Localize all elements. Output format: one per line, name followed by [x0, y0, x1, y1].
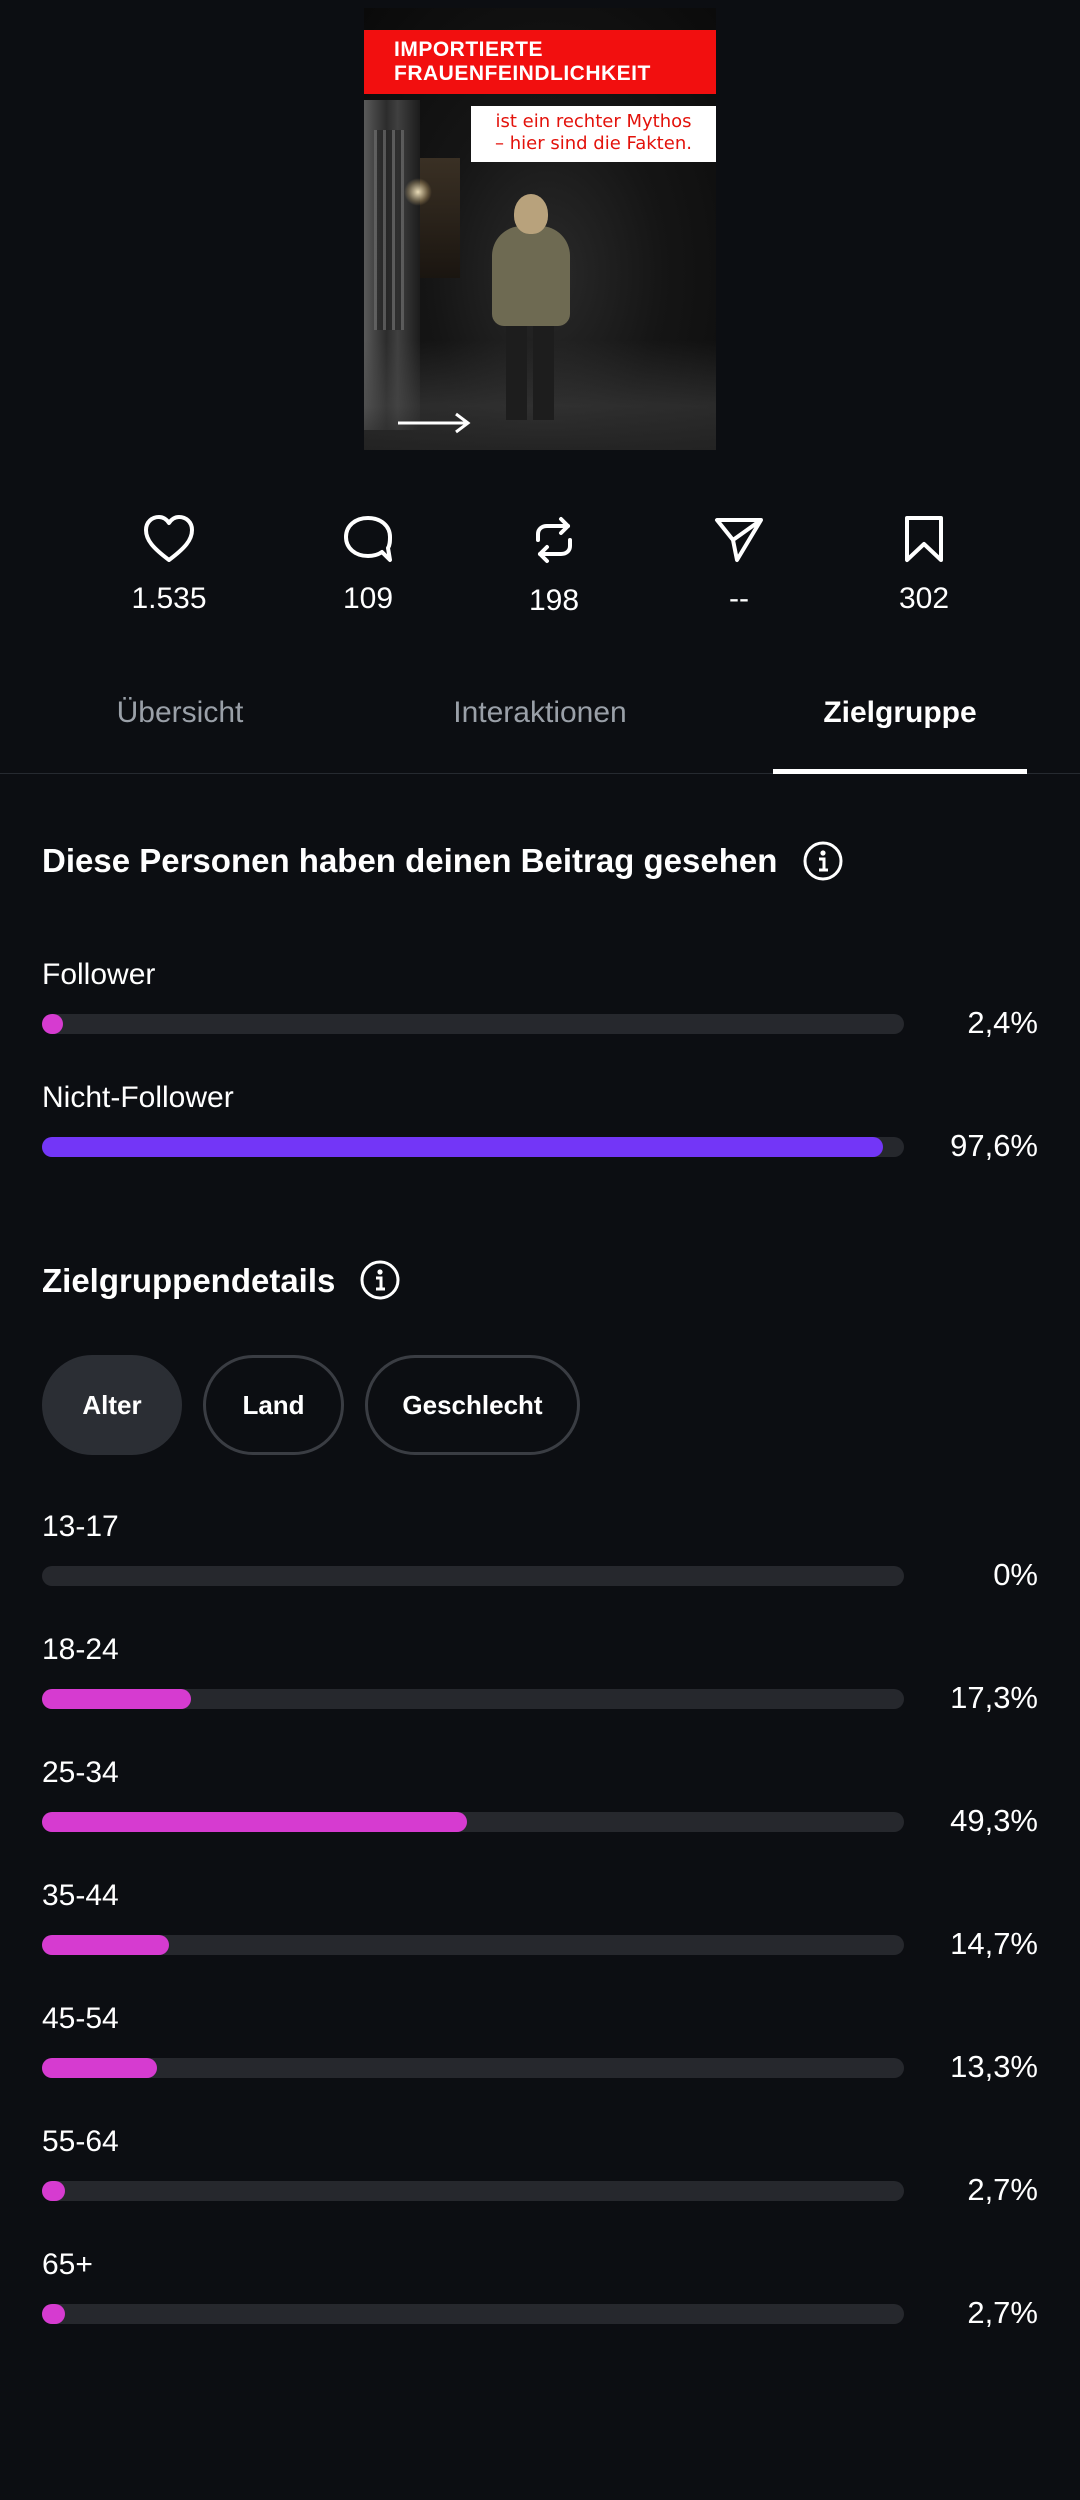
age-bar-track [42, 2181, 904, 2201]
age-bar-fill [42, 2304, 66, 2324]
audience-section-title: Zielgruppendetails [42, 1262, 336, 1299]
bookmark-icon [905, 516, 943, 562]
non-follower-bar-fill [42, 1137, 884, 1157]
stat-likes[interactable]: 1.535 [109, 514, 229, 616]
non-follower-bar-label: Nicht-Follower [42, 1081, 234, 1114]
stat-reposts[interactable]: 198 [494, 514, 614, 618]
thumbnail-headline-line2: FRAUENFEINDLICHKEIT [394, 62, 651, 85]
info-icon[interactable] [359, 1259, 401, 1301]
stat-comments[interactable]: 109 [308, 514, 428, 616]
share-icon [715, 518, 763, 562]
post-thumbnail[interactable]: IMPORTIERTE FRAUENFEINDLICHKEIT ist ein … [364, 8, 716, 450]
thumbnail-figure-body [492, 226, 570, 326]
thumbnail-subline-line2: – hier sind die Fakten. [495, 133, 692, 154]
age-bar-label: 55-64 [42, 2125, 119, 2158]
viewers-section-title: Diese Personen haben deinen Beitrag gese… [42, 842, 778, 879]
follower-bar-label: Follower [42, 958, 156, 991]
non-follower-bar-value: 97,6% [950, 1128, 1038, 1163]
age-bar-label: 18-24 [42, 1633, 119, 1666]
thumbnail-headline-line1: IMPORTIERTE [394, 38, 544, 61]
follower-bar-fill [42, 1014, 63, 1034]
comment-icon [344, 516, 392, 562]
age-bar-value: 2,7% [967, 2172, 1038, 2207]
repost-icon [536, 517, 572, 563]
shares-count: -- [729, 582, 749, 615]
info-icon[interactable] [802, 840, 844, 882]
thumbnail-door [420, 158, 460, 278]
follower-bar-track [42, 1014, 904, 1034]
age-bar-fill [42, 2181, 66, 2201]
thumbnail-figure-head [514, 194, 548, 234]
age-bar-label: 13-17 [42, 1510, 119, 1543]
age-bar-label: 45-54 [42, 2002, 119, 2035]
age-bar-fill [42, 1689, 192, 1709]
likes-count: 1.535 [131, 582, 207, 615]
insights-tabs: Übersicht Interaktionen Zielgruppe [0, 686, 1080, 774]
arrow-right-icon [398, 412, 471, 434]
filter-chip-age[interactable]: Alter [42, 1355, 182, 1455]
age-bar-value: 0% [993, 1557, 1038, 1592]
age-bar-track [42, 1935, 904, 1955]
filter-chip-gender[interactable]: Geschlecht [365, 1355, 580, 1455]
thumbnail-subline: ist ein rechter Mythos – hier sind die F… [471, 106, 716, 162]
follower-bar-value: 2,4% [967, 1005, 1038, 1040]
stat-saves[interactable]: 302 [864, 514, 984, 616]
age-bar-fill [42, 2058, 157, 2078]
comments-count: 109 [342, 582, 394, 615]
active-tab-indicator [773, 769, 1027, 774]
thumbnail-figure-legs [506, 320, 554, 420]
tab-interactions[interactable]: Interaktionen [410, 696, 670, 730]
age-bar-track [42, 2058, 904, 2078]
age-bar-fill [42, 1812, 467, 1832]
tab-overview[interactable]: Übersicht [50, 696, 310, 730]
saves-count: 302 [898, 582, 950, 615]
age-bar-value: 14,7% [950, 1926, 1038, 1961]
age-bar-fill [42, 1935, 169, 1955]
age-bar-label: 65+ [42, 2248, 93, 2281]
age-bar-track [42, 1812, 904, 1832]
thumbnail-headline: IMPORTIERTE FRAUENFEINDLICHKEIT [364, 30, 716, 94]
age-bar-track [42, 2304, 904, 2324]
age-bar-value: 17,3% [950, 1680, 1038, 1715]
tab-audience[interactable]: Zielgruppe [770, 696, 1030, 730]
age-bar-label: 25-34 [42, 1756, 119, 1789]
age-bar-value: 2,7% [967, 2295, 1038, 2330]
reposts-count: 198 [528, 584, 580, 617]
heart-icon [144, 515, 194, 562]
age-bar-value: 13,3% [950, 2049, 1038, 2084]
age-bar-track [42, 1566, 904, 1586]
thumbnail-lamp [404, 178, 432, 206]
non-follower-bar-track [42, 1137, 904, 1157]
thumbnail-subline-line1: ist ein rechter Mythos [495, 111, 692, 132]
age-bar-value: 49,3% [950, 1803, 1038, 1838]
age-bar-track [42, 1689, 904, 1709]
age-bar-label: 35-44 [42, 1879, 119, 1912]
filter-chip-country[interactable]: Land [203, 1355, 344, 1455]
stat-shares[interactable]: -- [679, 514, 799, 616]
